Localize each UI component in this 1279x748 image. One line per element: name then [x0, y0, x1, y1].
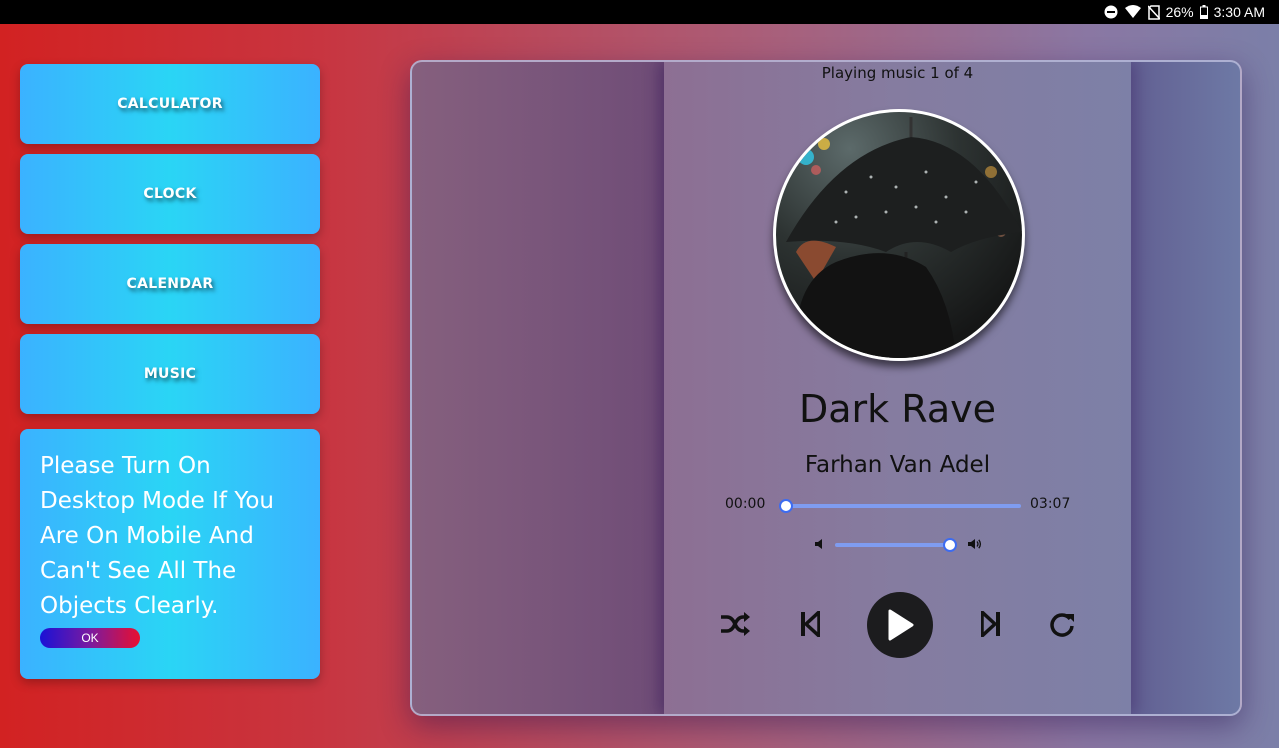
song-title: Dark Rave: [799, 387, 996, 431]
no-sim-icon: [1147, 4, 1160, 20]
wifi-icon: [1124, 5, 1142, 19]
battery-percent: 26%: [1165, 4, 1194, 20]
album-cover: [773, 109, 1025, 361]
play-button[interactable]: [867, 592, 933, 658]
volume-slider[interactable]: [835, 543, 950, 547]
current-time: 00:00: [725, 496, 766, 512]
song-artist: Farhan Van Adel: [804, 452, 991, 478]
repeat-button[interactable]: [1046, 608, 1078, 640]
volume-thumb[interactable]: [943, 538, 957, 552]
progress-thumb[interactable]: [779, 499, 793, 513]
previous-button[interactable]: [795, 608, 825, 640]
do-not-disturb-icon: [1104, 5, 1118, 19]
ok-button[interactable]: OK: [40, 628, 140, 648]
music-button[interactable]: MUSIC: [20, 334, 320, 414]
previous-icon: [801, 611, 820, 637]
playing-status: Playing music 1 of 4: [821, 64, 974, 82]
next-button[interactable]: [976, 608, 1006, 640]
shuffle-icon: [721, 612, 750, 636]
clock-button[interactable]: CLOCK: [20, 154, 320, 234]
status-bar: 26% 3:30 AM: [0, 0, 1279, 24]
volume-high-icon: [966, 537, 982, 551]
clock-time: 3:30 AM: [1213, 4, 1265, 20]
next-icon: [981, 611, 1000, 637]
desktop-mode-notice: Please Turn On Desktop Mode If You Are O…: [20, 429, 320, 679]
notice-text: Please Turn On Desktop Mode If You Are O…: [40, 453, 274, 619]
repeat-icon: [1050, 613, 1074, 637]
battery-icon: [1199, 5, 1208, 19]
calendar-button[interactable]: CALENDAR: [20, 244, 320, 324]
calculator-button[interactable]: CALCULATOR: [20, 64, 320, 144]
volume-low-icon: [814, 537, 826, 551]
music-player: Playing music 1 of 4 Dark Rave Farhan Va…: [410, 60, 1242, 716]
play-icon: [888, 609, 914, 641]
progress-slider[interactable]: [784, 504, 1021, 508]
shuffle-button[interactable]: [717, 608, 753, 640]
album-cover-art: [786, 117, 1022, 358]
player-left-panel: [412, 62, 664, 714]
player-right-panel: [1131, 62, 1240, 714]
duration: 03:07: [1030, 496, 1071, 512]
